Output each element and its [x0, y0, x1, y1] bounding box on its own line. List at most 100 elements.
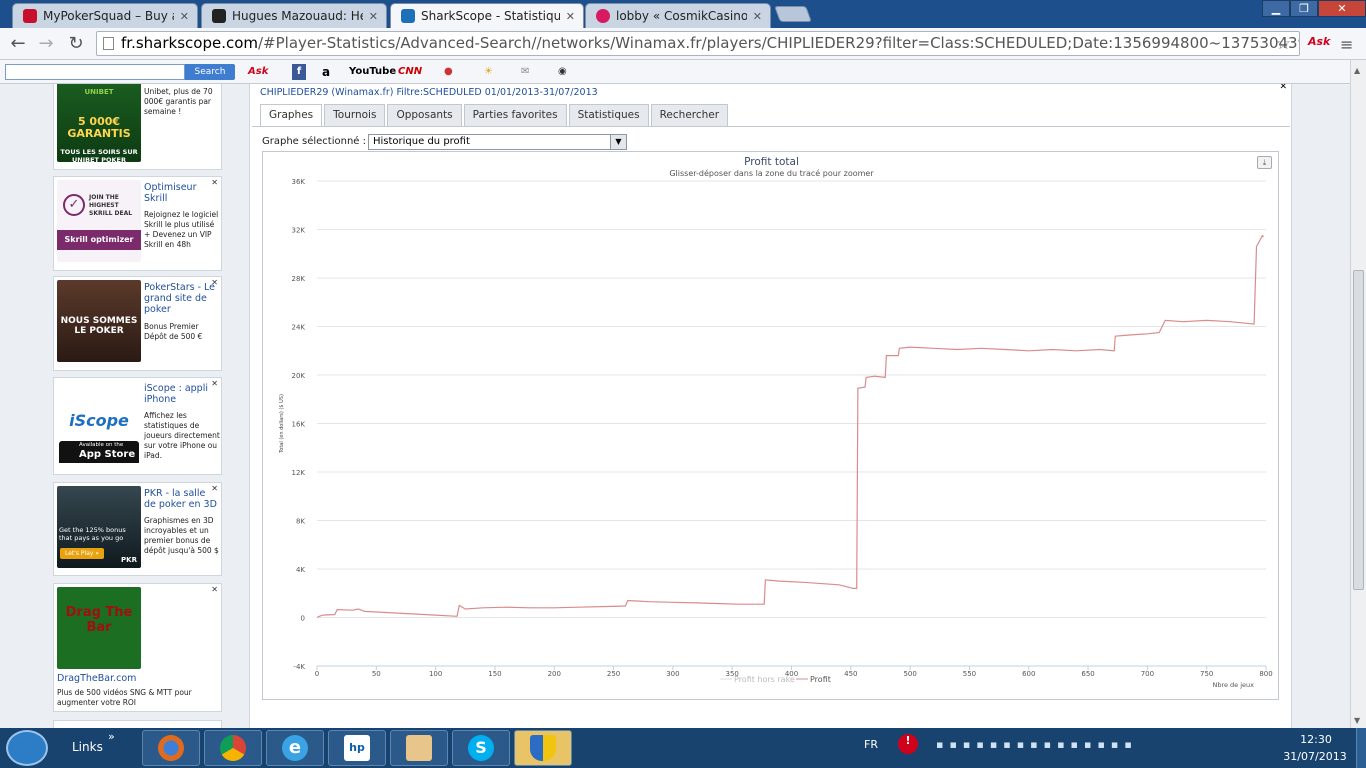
tab-statistiques[interactable]: Statistiques — [568, 104, 649, 126]
y-tick-label: 28K — [292, 275, 306, 283]
ad-close-icon[interactable]: ✕ — [211, 379, 218, 388]
ad-next[interactable] — [53, 720, 222, 728]
close-icon[interactable]: ✕ — [180, 10, 189, 23]
browser-tab-sharkscope[interactable]: SharkScope - Statistiques d ✕ — [390, 3, 584, 28]
ad-close-icon[interactable]: ✕ — [211, 585, 218, 594]
facebook-icon[interactable]: f — [292, 64, 306, 80]
windows-start-button[interactable] — [6, 730, 48, 766]
clock-date[interactable]: 31/07/2013 — [1282, 750, 1348, 763]
scroll-down-icon[interactable]: ▼ — [1354, 716, 1360, 725]
ad-title[interactable]: PKR - la salle de poker en 3D — [144, 488, 220, 510]
ad-close-icon[interactable]: ✕ — [211, 278, 218, 287]
ad-title[interactable]: Optimiseur Skrill — [144, 182, 220, 204]
taskbar-skype[interactable]: S — [452, 730, 510, 766]
profit-chart[interactable]: Profit total Glisser-déposer dans la zon… — [262, 151, 1279, 700]
chart-svg[interactable]: -4K 0 4K 8K 12K 16K 20K 24K 28K 32K 36K Total (en d… — [263, 152, 1280, 701]
casino-icon — [596, 9, 610, 23]
close-icon[interactable]: ✕ — [369, 10, 378, 23]
pkr-banner-image[interactable]: Get the 125% bonus that pays as you go L… — [57, 486, 141, 568]
ad-title[interactable]: PokerStars - Le grand site de poker — [144, 282, 220, 315]
tab-parties-favorites[interactable]: Parties favorites — [463, 104, 567, 126]
url-path: /#Player-Statistics/Advanced-Search//net… — [258, 34, 1300, 52]
taskbar-cards[interactable] — [390, 730, 448, 766]
ad-skrill[interactable]: ✓ JOIN THE HIGHEST SKRILL DEAL Skrill op… — [53, 176, 222, 271]
cnn-icon[interactable]: CNN — [398, 64, 422, 80]
ad-pokerstars[interactable]: NOUS SOMMES LE POKER PokerStars - Le gra… — [53, 276, 222, 371]
pkr-brand: PKR — [121, 556, 137, 564]
taskbar-uac[interactable] — [514, 730, 572, 766]
games-icon[interactable]: ● — [444, 64, 453, 80]
ask-icon[interactable]: Ask — [248, 64, 268, 80]
page-scrollbar[interactable]: ▲ ▼ — [1350, 60, 1366, 728]
chevron-right-icon[interactable]: » — [108, 730, 115, 743]
tab-graphes[interactable]: Graphes — [260, 104, 323, 126]
ask-extension-button[interactable]: Ask — [1308, 35, 1330, 48]
weather-icon[interactable]: ☀ — [484, 64, 493, 80]
x-tick-label: 100 — [429, 670, 442, 678]
y-tick-label: -4K — [293, 663, 305, 671]
alert-icon[interactable]: ! — [898, 734, 918, 754]
clock-time[interactable]: 12:30 — [1296, 733, 1336, 746]
new-tab-button[interactable] — [774, 6, 812, 22]
unibet-banner-image[interactable]: UNIBET 5 000€ GARANTIS TOUS LES SOIRS SU… — [57, 84, 141, 162]
tab-rechercher[interactable]: Rechercher — [650, 104, 729, 126]
ad-unibet[interactable]: UNIBET 5 000€ GARANTIS TOUS LES SOIRS SU… — [53, 84, 222, 170]
ad-title[interactable]: iScope : appli iPhone — [144, 383, 220, 405]
dragthebar-banner-image[interactable]: Drag The Bar — [57, 587, 141, 669]
iscope-banner-image[interactable]: iScope Available on the App Store — [57, 381, 141, 463]
binoculars-icon[interactable]: ◉ — [558, 64, 567, 80]
taskbar-ie[interactable]: e — [266, 730, 324, 766]
tab-tournois[interactable]: Tournois — [324, 104, 386, 126]
scrollbar-thumb[interactable] — [1353, 270, 1364, 590]
app-store-label: App Store — [79, 449, 136, 460]
ad-dragthebar[interactable]: Drag The Bar DragTheBar.com Plus de 500 … — [53, 583, 222, 712]
amazon-icon[interactable]: a — [322, 64, 330, 80]
tab-label: Hugues Mazouaud: Hendo — [232, 9, 363, 23]
wrench-menu-icon[interactable]: ≡ — [1340, 35, 1353, 54]
forward-arrow-icon[interactable]: → — [34, 33, 58, 55]
close-icon[interactable]: ✕ — [566, 10, 575, 23]
panel-close-icon[interactable]: ✕ — [1279, 84, 1287, 92]
links-toolbar[interactable]: Links — [72, 740, 103, 754]
ad-description: Plus de 500 vidéos SNG & MTT pour augmen… — [57, 688, 192, 707]
taskbar-chrome[interactable] — [204, 730, 262, 766]
chevron-down-icon[interactable]: ▼ — [610, 135, 626, 149]
scroll-up-icon[interactable]: ▲ — [1354, 66, 1360, 75]
ad-close-icon[interactable]: ✕ — [211, 484, 218, 493]
mail-icon[interactable]: ✉ — [521, 64, 529, 80]
minimize-button[interactable]: ▁ — [1262, 0, 1290, 17]
x-tick-label: 500 — [903, 670, 916, 678]
skrill-banner-image[interactable]: ✓ JOIN THE HIGHEST SKRILL DEAL Skrill op… — [57, 180, 141, 262]
close-icon[interactable]: ✕ — [753, 10, 762, 23]
tab-opposants[interactable]: Opposants — [387, 104, 462, 126]
ad-title[interactable]: DragTheBar.com — [57, 673, 217, 684]
youtube-icon[interactable]: YouTube — [349, 64, 396, 80]
taskbar-hp[interactable]: hp — [328, 730, 386, 766]
graph-select[interactable]: Historique du profit ▼ — [368, 134, 627, 150]
ad-pkr[interactable]: Get the 125% bonus that pays as you go L… — [53, 482, 222, 576]
x-tick-label: 450 — [844, 670, 857, 678]
browser-tab-cosmikcasino[interactable]: lobby « CosmikCasino ✕ — [585, 3, 771, 28]
ad-close-icon[interactable]: ✕ — [211, 178, 218, 187]
language-indicator[interactable]: FR — [864, 738, 878, 751]
back-arrow-icon[interactable]: ← — [6, 33, 30, 55]
maximize-button[interactable]: ❐ — [1290, 0, 1318, 17]
windows-taskbar: Links » e hp S FR ! ▪▪▪▪▪▪▪▪▪▪▪▪▪▪▪ 12:3… — [0, 728, 1366, 768]
ad-iscope[interactable]: iScope Available on the App Store iScope… — [53, 377, 222, 475]
tab-label: MyPokerSquad – Buy a pie — [43, 9, 174, 23]
browser-tab-hugues[interactable]: Hugues Mazouaud: Hendo ✕ — [201, 3, 387, 28]
reload-icon[interactable]: ↻ — [64, 33, 88, 55]
pokerstars-banner-image[interactable]: NOUS SOMMES LE POKER — [57, 280, 141, 362]
toolbar-search-button[interactable]: Search — [185, 64, 235, 80]
address-bar[interactable]: fr.sharkscope.com/#Player-Statistics/Adv… — [96, 31, 1300, 56]
unibet-caption: TOUS LES SOIRS SUR UNIBET POKER — [60, 148, 138, 162]
browser-tab-mypokersquad[interactable]: MyPokerSquad – Buy a pie ✕ — [12, 3, 198, 28]
window-close-button[interactable]: ✕ — [1318, 0, 1366, 17]
show-desktop-button[interactable] — [1356, 728, 1366, 768]
system-tray-icons[interactable]: ▪▪▪▪▪▪▪▪▪▪▪▪▪▪▪ — [936, 738, 1138, 751]
toolbar-search-input[interactable] — [5, 64, 185, 80]
iscope-logo: iScope — [69, 411, 129, 430]
app-store-badge: Available on the App Store — [59, 441, 139, 463]
bookmark-star-icon[interactable]: ☆ — [1276, 33, 1291, 55]
taskbar-firefox[interactable] — [142, 730, 200, 766]
